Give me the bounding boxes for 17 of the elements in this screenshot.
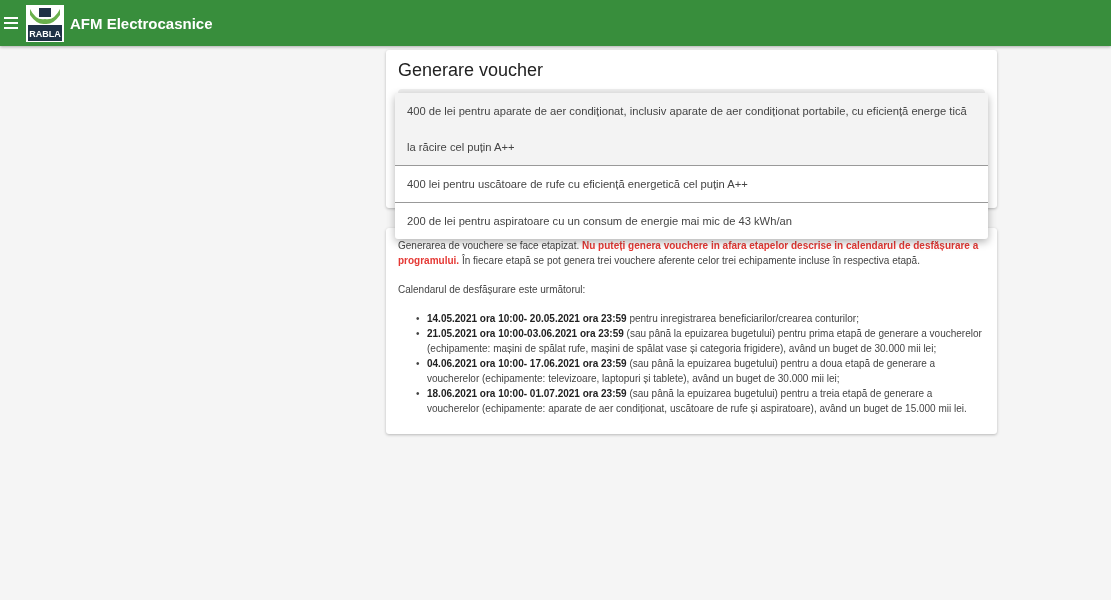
- menu-icon[interactable]: [4, 17, 18, 29]
- bullet: •: [416, 327, 421, 341]
- bullet: •: [416, 312, 421, 326]
- dropdown-option[interactable]: 400 de lei pentru aparate de aer condiționat, inclusiv aparate de aer condiționat portabile, cu eficiență energe tică la răcire cel puțin A++: [395, 93, 988, 166]
- dropdown-option[interactable]: 400 lei pentru uscătoare de rufe cu eficiență energetică cel puțin A++: [395, 166, 988, 203]
- intro-paragraph: Generarea de vouchere se face etapizat. Nu puteți genera vouchere in afara etapelor descrise in calendarul de desfășurare a programului. În fiecare etapă se pot genera trei vouchere aferente celor trei echipamente incluse în respectiva etapă.: [398, 239, 980, 268]
- card-title: Generare voucher: [398, 60, 545, 81]
- schedule-item: 21.05.2021 ora 10:00-03.06.2021 ora 23:59 (sau până la epuizarea bugetului) pentru prima etapă de generare a voucherelor (echipamente: mașini de spălat rufe, mașini de spălat vase și categoria frigidere), având un buget de 30.000 mii lei;: [427, 327, 983, 356]
- dropdown-option[interactable]: 200 de lei pentru aspiratoare cu un consum de energie mai mic de 43 kWh/an: [395, 203, 988, 239]
- logo: RABLA: [26, 4, 64, 42]
- bullet: •: [416, 387, 421, 401]
- bullet: •: [416, 357, 421, 371]
- app-title: AFM Electrocasnice: [70, 14, 213, 32]
- schedule-item: 14.05.2021 ora 10:00- 20.05.2021 ora 23:59 pentru inregistrarea beneficiarilor/crearea conturilor;: [427, 312, 860, 326]
- calendar-heading: Calendarul de desfășurare este următorul:: [398, 283, 587, 297]
- schedule-item: 18.06.2021 ora 10:00- 01.07.2021 ora 23:59 (sau până la epuizarea bugetului) pentru a treia etapă de generare a voucherelor (echipamente: aparate de aer condiționat, uscătoare de rufe și aspiratoare), având un buget de 15.000 mii lei.: [427, 387, 968, 416]
- schedule-item: 04.06.2021 ora 10:00- 17.06.2021 ora 23:59 (sau până la epuizarea bugetului) pentru a doua etapă de generare a voucherelor (echipamente: televizoare, laptopuri și tablete), având un buget de 30.000 mii lei;: [427, 357, 937, 386]
